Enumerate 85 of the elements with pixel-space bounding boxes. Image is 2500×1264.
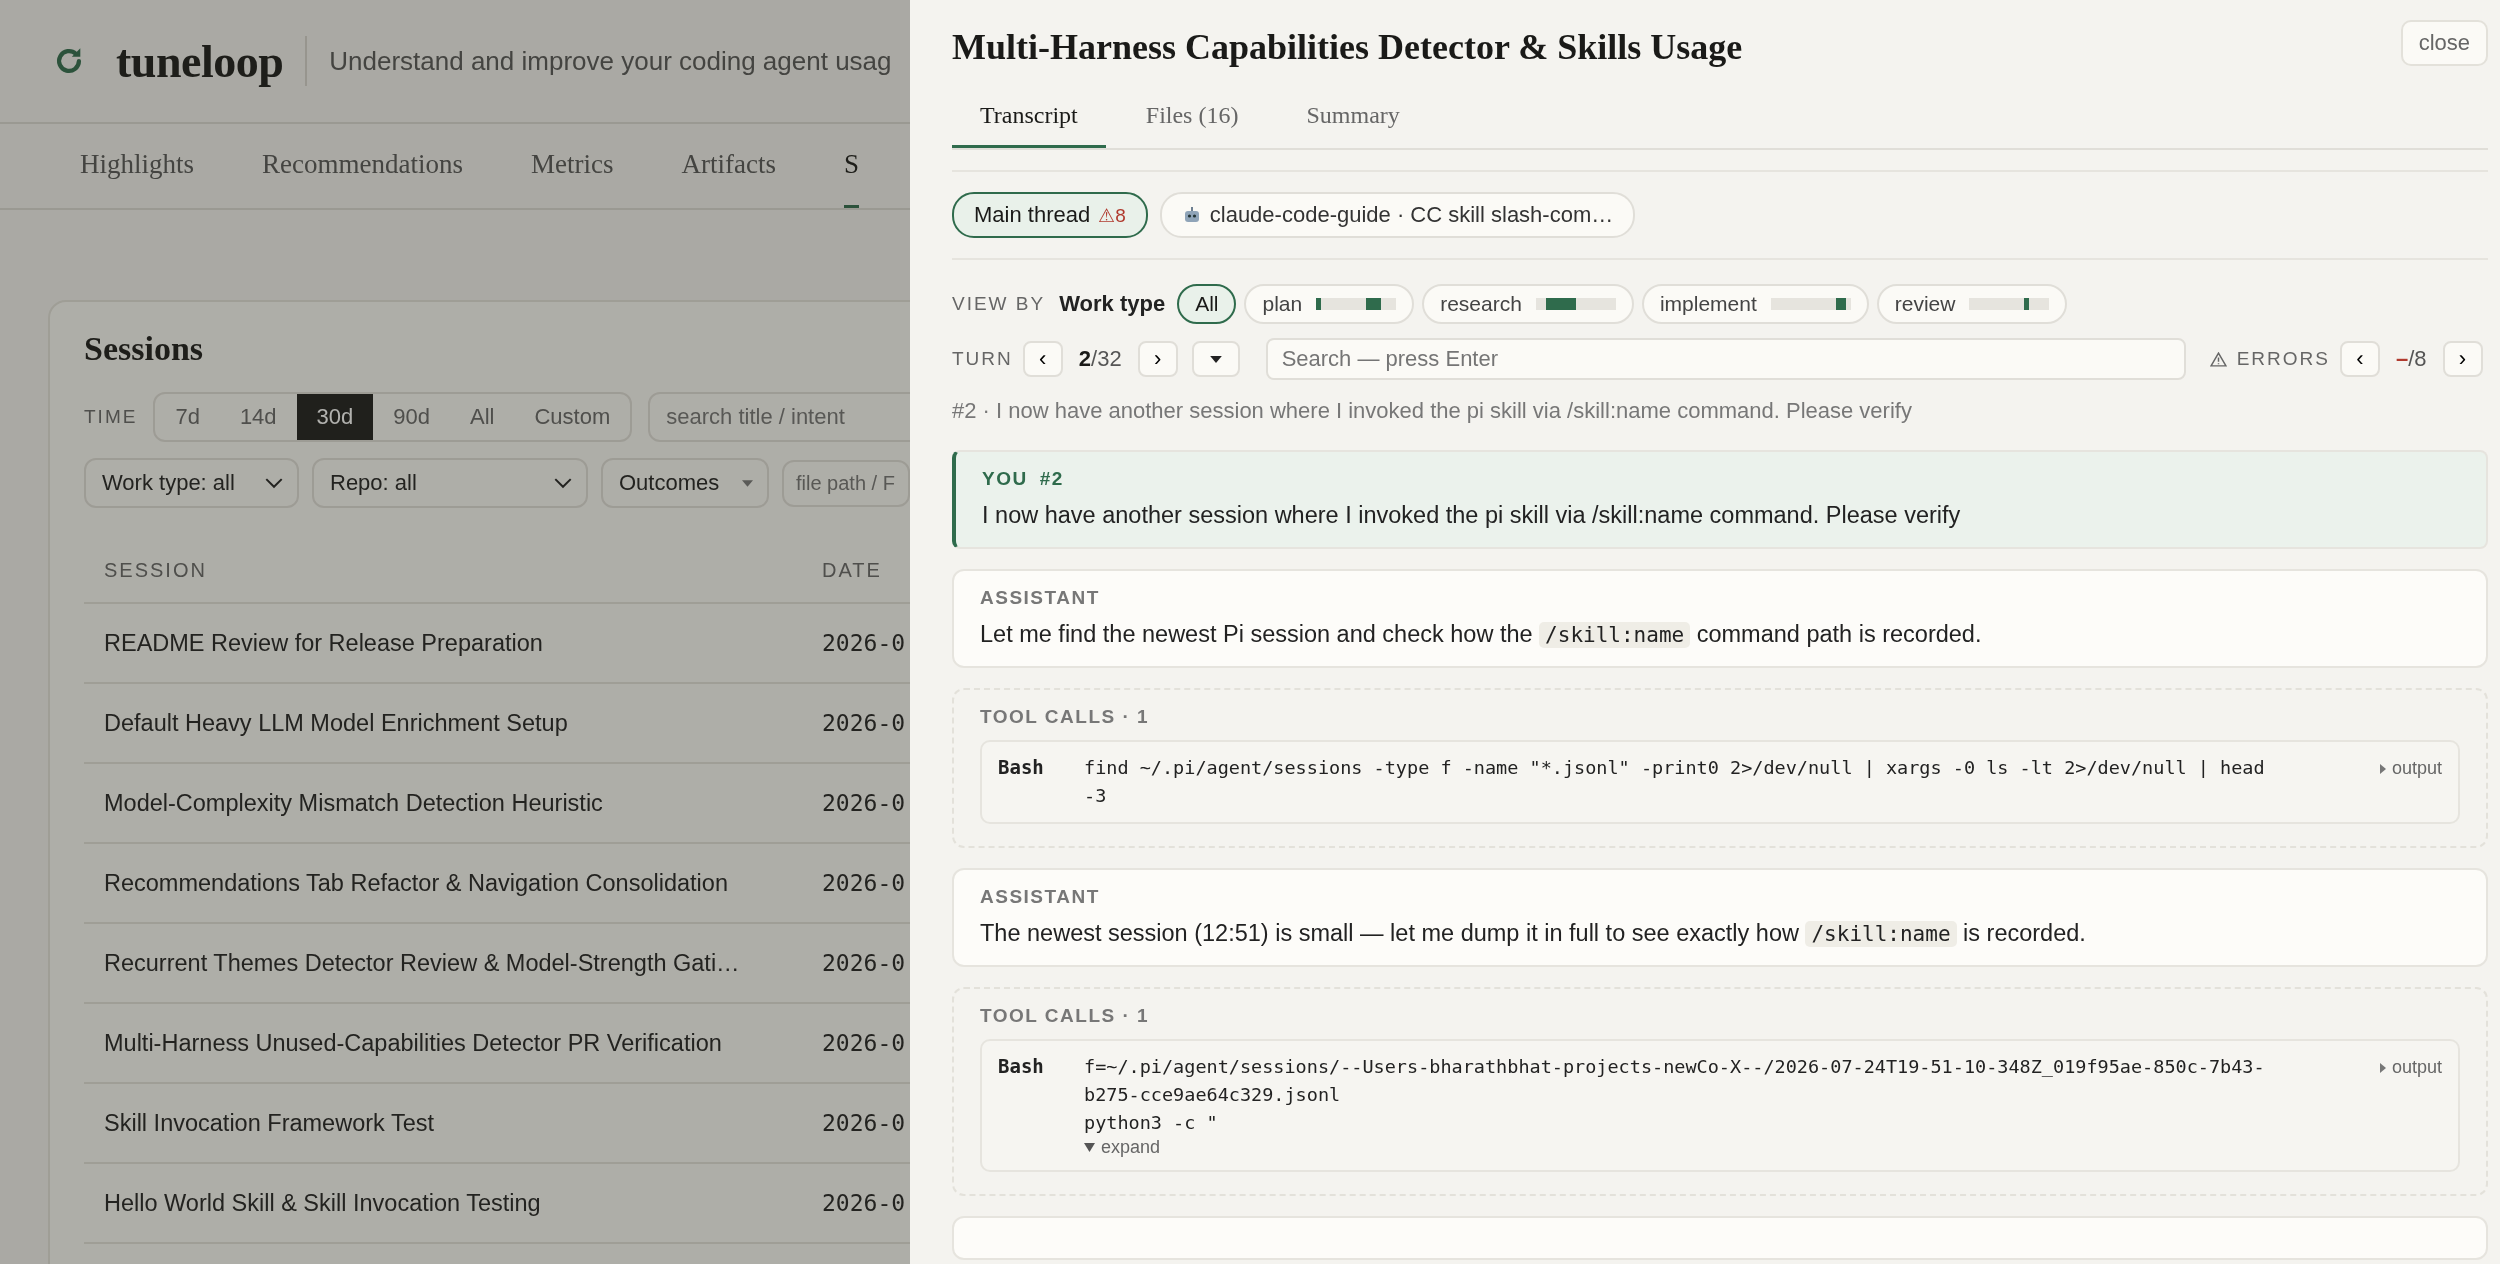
- drawer-title: Multi-Harness Capabilities Detector & Skills Usage: [952, 26, 1743, 68]
- turn-summary: #2 · I now have another session where I invoked the pi skill via /skill:name command. Please verify: [952, 398, 1913, 424]
- session-date: 2026-0: [822, 710, 906, 736]
- brand-name: tuneloop: [116, 34, 284, 88]
- transcript-search-field[interactable]: Search — press Enter: [1265, 338, 2186, 380]
- time-label: TIME: [84, 406, 138, 428]
- thread-chip[interactable]: claude-code-guide · CC skill slash-com…: [1159, 192, 1636, 238]
- sessions-title: Sessions: [84, 330, 205, 368]
- column-header: DATE: [822, 558, 882, 582]
- time-range-option[interactable]: 14d: [219, 394, 297, 440]
- session-date: 2026-0: [822, 950, 906, 976]
- nav-tab[interactable]: Metrics: [531, 124, 614, 208]
- work-type-chip[interactable]: All: [1177, 284, 1237, 324]
- nav-tab[interactable]: Artifacts: [681, 124, 776, 208]
- time-range-option[interactable]: All: [450, 394, 515, 440]
- errors-label: ERRORS: [2236, 348, 2330, 370]
- tagline: Understand and improve your coding agent usag: [329, 45, 892, 77]
- session-title[interactable]: Skill Invocation Framework Test: [84, 1109, 822, 1137]
- output-toggle[interactable]: output: [2379, 754, 2442, 779]
- drawer-tab[interactable]: Files (16): [1117, 92, 1267, 148]
- message-role: ASSISTANT: [980, 587, 1100, 609]
- message-text: Let me find the newest Pi session and check how the: [980, 621, 1534, 647]
- close-button[interactable]: close: [2400, 20, 2488, 66]
- tool-calls-heading: TOOL CALLS · 1: [980, 706, 1151, 728]
- filter-dropdown[interactable]: Repo: all: [312, 458, 588, 508]
- message-role: ASSISTANT: [980, 886, 1100, 908]
- message-text: command path is recorded.: [1695, 621, 1982, 647]
- next-error-button[interactable]: ›: [2442, 341, 2483, 377]
- work-type-chip[interactable]: plan: [1244, 284, 1415, 324]
- session-date: 2026-0: [822, 1190, 906, 1216]
- output-toggle[interactable]: output: [2379, 1053, 2442, 1078]
- command-line: -3: [1084, 784, 1108, 808]
- session-title[interactable]: Default Heavy LLM Model Enrichment Setup: [84, 709, 822, 737]
- nav-tab[interactable]: Recommendations: [262, 124, 463, 208]
- tool-name: Bash: [998, 755, 1045, 778]
- tool-name: Bash: [998, 1054, 1045, 1077]
- time-range-option[interactable]: Custom: [514, 394, 631, 440]
- session-title[interactable]: Recurrent Themes Detector Review & Model-Strength Gati…: [84, 949, 822, 977]
- error-counter: –/8: [2395, 346, 2427, 372]
- session-date: 2026-0: [822, 1030, 906, 1056]
- filter-dropdown[interactable]: Outcomes: [601, 458, 769, 508]
- command-line: b275-cce9ae64c329.jsonl: [1084, 1083, 1342, 1107]
- time-range-option[interactable]: 90d: [373, 394, 451, 440]
- drawer-tab[interactable]: Summary: [1278, 92, 1428, 148]
- work-type-chip[interactable]: implement: [1641, 284, 1869, 324]
- session-title[interactable]: Model-Complexity Mismatch Detection Heuristic: [84, 789, 822, 817]
- message-text: The newest session (12:51) is small — let me dump it in full to see exactly how: [980, 920, 1800, 946]
- expand-toggle[interactable]: expand: [1084, 1137, 1161, 1158]
- search-field[interactable]: search title / intent: [648, 392, 910, 442]
- session-title[interactable]: Hello World Skill & Skill Invocation Testing: [84, 1189, 822, 1217]
- session-title[interactable]: Multi-Harness Unused-Capabilities Detector PR Verification: [84, 1029, 822, 1057]
- session-title[interactable]: Recommendations Tab Refactor & Navigation Consolidation: [84, 869, 822, 897]
- message-role: YOU: [982, 468, 1028, 490]
- work-type-chip[interactable]: review: [1876, 284, 2068, 324]
- message-text: is recorded.: [1962, 920, 2086, 946]
- nav-tab[interactable]: Highlights: [80, 124, 194, 208]
- session-date: 2026-0: [822, 630, 906, 656]
- drawer-tab[interactable]: Transcript: [952, 92, 1106, 148]
- command-line: python3 -c ": [1084, 1111, 1219, 1135]
- file-path-field[interactable]: file path / F: [782, 459, 910, 507]
- turn-counter: 2/32: [1078, 346, 1122, 372]
- work-type-chip[interactable]: research: [1422, 284, 1634, 324]
- tool-calls-heading: TOOL CALLS · 1: [980, 1005, 1151, 1027]
- previous-error-button[interactable]: ‹: [2339, 341, 2380, 377]
- thread-chip[interactable]: Main thread ⚠8: [952, 192, 1148, 238]
- time-range-option[interactable]: 30d: [296, 394, 374, 440]
- turn-label: TURN: [952, 348, 1013, 370]
- session-date: 2026-0: [822, 870, 906, 896]
- inline-code: /skill:name: [1805, 921, 1957, 947]
- nav-tab[interactable]: S: [843, 124, 859, 208]
- message-text: I now have another session where I invoked the pi skill via /skill:name command. Please verify: [982, 502, 1961, 528]
- column-header: SESSION: [103, 558, 208, 582]
- previous-turn-button[interactable]: ‹: [1022, 341, 1063, 377]
- time-range-option[interactable]: 7d: [155, 394, 220, 440]
- filter-dropdown[interactable]: Work type: all: [84, 458, 299, 508]
- session-date: 2026-0: [822, 1110, 906, 1136]
- session-date: 2026-0: [822, 790, 906, 816]
- command-line: find ~/.pi/agent/sessions -type f -name "*.jsonl" -print0 2>/dev/null | xargs -0 ls -lt 2>/dev/null | head: [1084, 756, 2266, 780]
- inline-code: /skill:name: [1539, 622, 1691, 648]
- view-mode: Work type: [1059, 291, 1166, 317]
- command-line: f=~/.pi/agent/sessions/--Users-bharathbhat-projects-newCo-X--/2026-07-24T19-51-10-348Z_019f95ae-850c-7b43-: [1084, 1055, 2266, 1079]
- next-turn-button[interactable]: ›: [1137, 341, 1178, 377]
- turn-number: #2: [1039, 468, 1064, 490]
- view-by-label: VIEW BY: [952, 293, 1046, 315]
- session-title[interactable]: README Review for Release Preparation: [84, 629, 822, 657]
